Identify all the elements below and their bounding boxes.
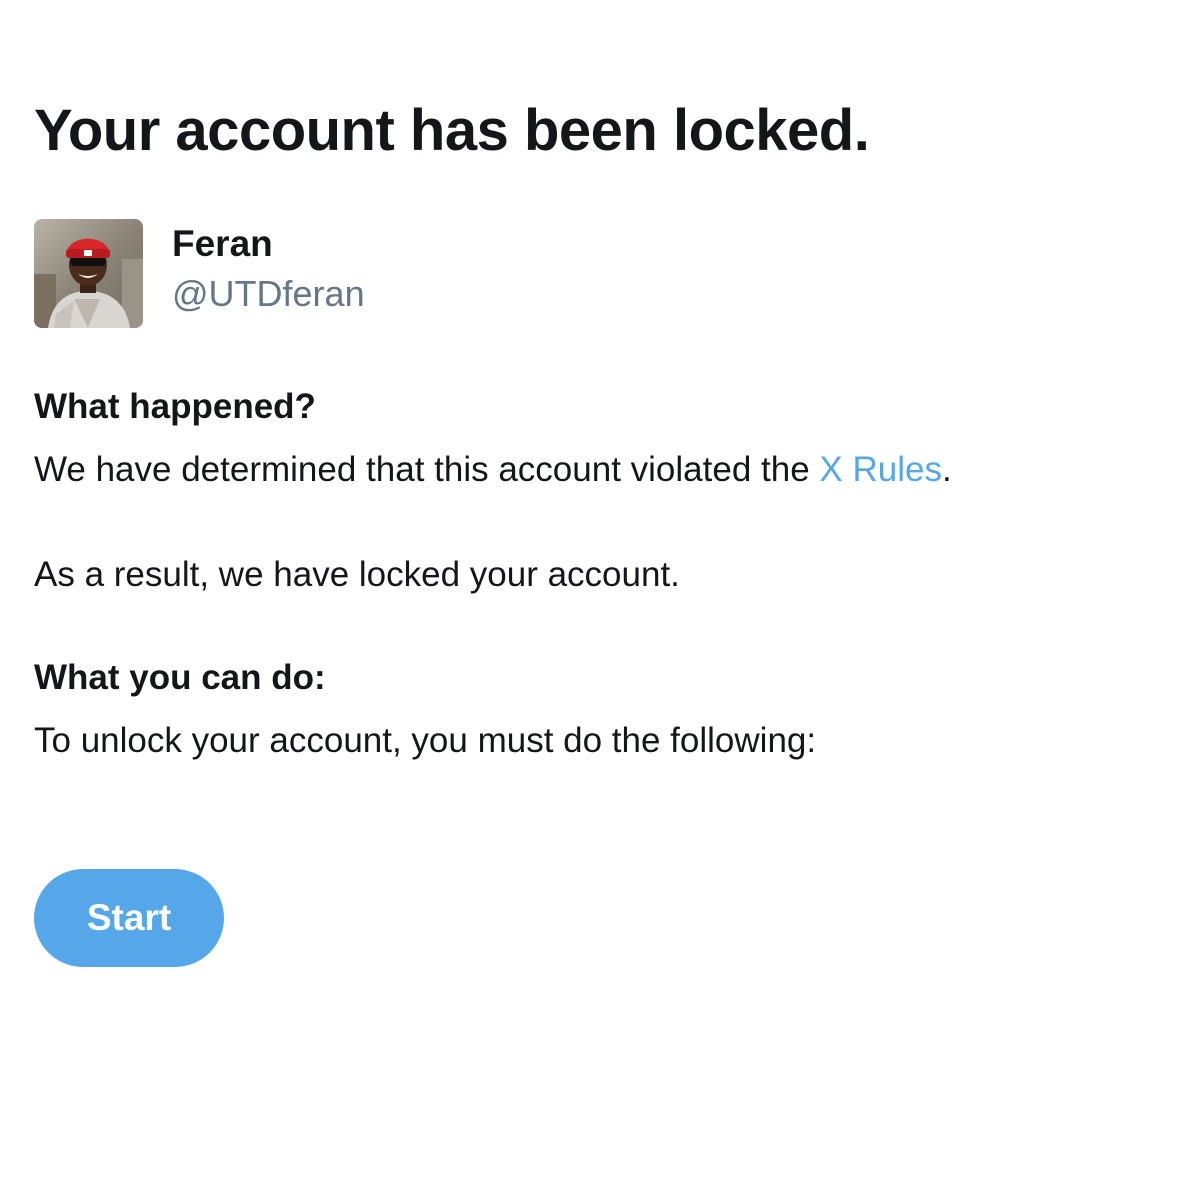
x-rules-link[interactable]: X Rules [819, 450, 942, 489]
page-title: Your account has been locked. [34, 98, 870, 163]
account-profile: Feran @UTDferan [34, 219, 365, 329]
violation-text-start: We have determined that this account vio… [34, 450, 820, 489]
account-names: Feran @UTDferan [172, 219, 365, 317]
display-name: Feran [172, 223, 273, 264]
what-happened-heading: What happened? [34, 387, 316, 426]
what-you-can-do-heading: What you can do: [34, 658, 326, 697]
avatar [34, 219, 143, 328]
result-text: As a result, we have locked your account… [34, 555, 680, 594]
start-button[interactable]: Start [34, 869, 224, 967]
account-handle: @UTDferan [172, 273, 365, 314]
violation-text: We have determined that this account vio… [34, 448, 952, 492]
violation-text-end: . [941, 450, 952, 489]
profile-photo-icon [34, 219, 143, 328]
unlock-instructions: To unlock your account, you must do the … [34, 721, 817, 760]
